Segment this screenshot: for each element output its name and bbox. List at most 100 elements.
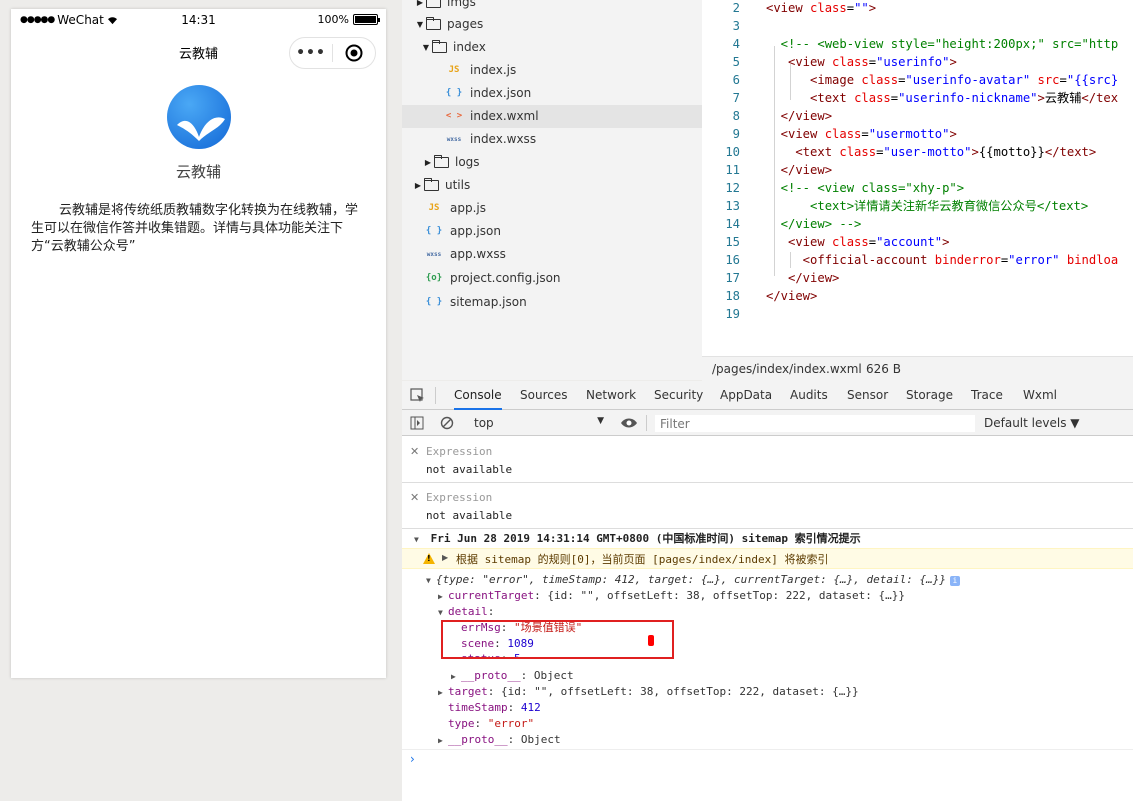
line-number: 15 <box>725 235 740 249</box>
tree-item-index-wxss[interactable]: wxss index.wxss <box>444 128 536 151</box>
sidebar-toggle-icon[interactable] <box>410 416 424 430</box>
tree-item-index-folder[interactable]: ▼ index <box>420 36 486 59</box>
expression-label[interactable]: Expression <box>426 445 492 458</box>
tree-item-pages[interactable]: ▼ pages <box>414 13 483 36</box>
code-text: </view> <box>766 289 818 303</box>
code-line[interactable]: 17 </view> <box>702 269 1133 287</box>
code-line[interactable]: 3 <box>702 17 1133 35</box>
log-group-header[interactable]: ▼ Fri Jun 28 2019 14:31:14 GMT+0800 (中国标… <box>414 531 861 548</box>
code-line[interactable]: 12 <!-- <view class="xhy-p"> <box>702 179 1133 197</box>
close-target-icon[interactable] <box>333 44 375 62</box>
status-bar: ●●●●● WeChat 14:31 100% <box>11 9 386 31</box>
line-number: 2 <box>732 1 740 15</box>
collapsed-arrow-icon[interactable]: ▶ <box>414 0 426 14</box>
code-line[interactable]: 6 <image class="userinfo-avatar" src="{{… <box>702 71 1133 89</box>
tab-audits[interactable]: Audits <box>790 381 828 410</box>
json-file-icon: { } <box>425 226 443 236</box>
tree-item-label: app.wxss <box>450 247 506 261</box>
code-text: <view class="usermotto"> <box>766 127 957 141</box>
inspect-element-icon[interactable] <box>410 388 425 403</box>
context-select[interactable]: top ▼ <box>474 416 604 430</box>
tree-item-project-config[interactable]: {o} project.config.json <box>424 267 561 290</box>
console-prompt[interactable]: › <box>410 752 415 766</box>
more-icon[interactable]: ••• <box>290 45 332 61</box>
tree-item-app-js[interactable]: JS app.js <box>424 197 486 220</box>
line-number: 19 <box>725 307 740 321</box>
log-levels-select[interactable]: Default levels ▼ <box>984 416 1080 430</box>
tab-network[interactable]: Network <box>586 381 636 410</box>
close-icon[interactable]: ✕ <box>410 491 419 504</box>
collapsed-arrow-icon[interactable]: ▶ <box>442 553 448 562</box>
tree-item-utils[interactable]: ▶ utils <box>412 174 470 197</box>
code-line[interactable]: 4 <!-- <web-view style="height:200px;" s… <box>702 35 1133 53</box>
tab-sources[interactable]: Sources <box>520 381 567 410</box>
tab-security[interactable]: Security <box>654 381 703 410</box>
tree-item-app-json[interactable]: { } app.json <box>424 220 501 243</box>
tree-item-imgs[interactable]: ▶ imgs <box>414 0 476 14</box>
tree-item-app-wxss[interactable]: wxss app.wxss <box>424 243 506 266</box>
expanded-arrow-icon[interactable]: ▼ <box>426 573 436 589</box>
prop-value: Object <box>533 669 574 682</box>
tab-wxml[interactable]: Wxml <box>1023 381 1057 410</box>
tree-item-index-js[interactable]: JS index.js <box>444 59 517 82</box>
wxss-file-icon: wxss <box>426 251 442 258</box>
code-line[interactable]: 11 </view> <box>702 161 1133 179</box>
prop-current-target[interactable]: ▶ currentTarget: {id: "", offsetLeft: 38,… <box>438 588 905 605</box>
prop-proto[interactable]: ▶ __proto__: Object <box>451 668 574 685</box>
filter-input[interactable] <box>654 414 976 433</box>
file-tree: ▶ imgs ▼ pages ▼ index JS index.js { } i… <box>402 0 702 380</box>
collapsed-arrow-icon[interactable]: ▶ <box>438 733 448 749</box>
tree-item-index-wxml[interactable]: < > index.wxml <box>402 105 702 128</box>
warning-text: 根据 sitemap 的规则[0]，当前页面 [pages/index/inde… <box>456 553 829 566</box>
collapsed-arrow-icon[interactable]: ▶ <box>422 151 434 174</box>
expanded-arrow-icon[interactable]: ▼ <box>438 605 448 621</box>
code-line[interactable]: 2 <view class=""> <box>702 0 1133 17</box>
code-text: <view class=""> <box>766 1 877 15</box>
code-line[interactable]: 19 <box>702 305 1133 323</box>
object-summary[interactable]: ▼ {type: "error", timeStamp: 412, target:… <box>426 572 960 589</box>
clear-console-icon[interactable] <box>440 416 454 430</box>
tab-trace[interactable]: Trace <box>971 381 1003 410</box>
expanded-arrow-icon[interactable]: ▼ <box>420 36 432 59</box>
tree-item-label: pages <box>447 17 484 31</box>
code-line[interactable]: 13 <text>详情请关注新华云教育微信公众号</text> <box>702 197 1133 215</box>
folder-open-icon <box>426 17 441 30</box>
prop-proto[interactable]: ▶ __proto__: Object <box>438 732 561 749</box>
code-line[interactable]: 7 <text class="userinfo-nickname">云教辅</t… <box>702 89 1133 107</box>
tab-console[interactable]: Console <box>454 381 502 410</box>
code-line[interactable]: 14 </view> --> <box>702 215 1133 233</box>
collapsed-arrow-icon[interactable]: ▶ <box>451 669 461 685</box>
code-line[interactable]: 8 </view> <box>702 107 1133 125</box>
tree-item-label: index.wxml <box>470 109 539 123</box>
expanded-arrow-icon[interactable]: ▼ <box>414 13 426 36</box>
expanded-arrow-icon[interactable]: ▼ <box>414 532 424 548</box>
code-line[interactable]: 5 <view class="userinfo"> <box>702 53 1133 71</box>
battery-percent: 100% <box>317 13 349 26</box>
tab-sensor[interactable]: Sensor <box>847 381 888 410</box>
collapsed-arrow-icon[interactable]: ▶ <box>438 685 448 701</box>
prop-target[interactable]: ▶ target: {id: "", offsetLeft: 38, offset… <box>438 684 859 701</box>
code-line[interactable]: 18 </view> <box>702 287 1133 305</box>
code-editor[interactable]: 2 <view class=""> 3 4 <!-- <web-view style=… <box>702 0 1133 356</box>
code-text: <text class="user-motto">{{motto}}</text… <box>766 145 1097 159</box>
tree-item-sitemap-json[interactable]: { } sitemap.json <box>424 291 527 314</box>
menu-capsule[interactable]: ••• <box>289 37 376 69</box>
line-number: 17 <box>725 271 740 285</box>
collapsed-arrow-icon[interactable]: ▶ <box>412 174 424 197</box>
tab-appdata[interactable]: AppData <box>720 381 772 410</box>
tree-item-label: index.wxss <box>470 132 537 146</box>
prop-detail[interactable]: ▼ detail: <box>438 604 494 621</box>
code-line[interactable]: 15 <view class="account"> <box>702 233 1133 251</box>
eye-icon[interactable] <box>620 417 638 429</box>
tree-item-logs[interactable]: ▶ logs <box>422 151 480 174</box>
line-number: 7 <box>732 91 740 105</box>
code-line[interactable]: 10 <text class="user-motto">{{motto}}</t… <box>702 143 1133 161</box>
code-text: </view> <box>766 163 833 177</box>
tree-item-index-json[interactable]: { } index.json <box>444 82 531 105</box>
code-line[interactable]: 9 <view class="usermotto"> <box>702 125 1133 143</box>
close-icon[interactable]: ✕ <box>410 445 419 458</box>
tab-storage[interactable]: Storage <box>906 381 953 410</box>
code-line[interactable]: 16 <official-account binderror="error" b… <box>702 251 1133 269</box>
expression-label[interactable]: Expression <box>426 491 492 504</box>
collapsed-arrow-icon[interactable]: ▶ <box>438 589 448 605</box>
